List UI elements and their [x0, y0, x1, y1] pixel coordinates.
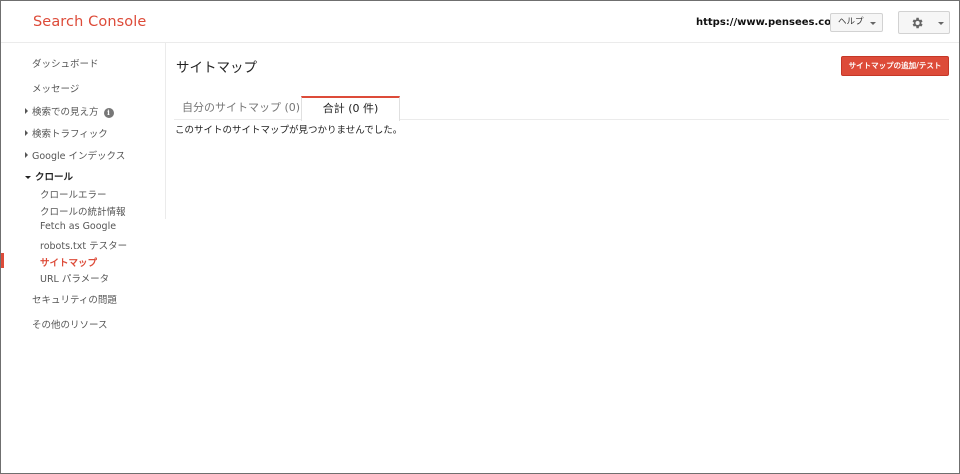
- sidebar-subitem-crawl-stats[interactable]: クロールの統計情報: [40, 204, 126, 218]
- chevron-down-icon: [870, 22, 876, 25]
- top-header: Search Console https://www.pensees.co.jp…: [1, 1, 959, 43]
- expand-arrow-icon: [25, 130, 28, 136]
- sidebar-item-google-index[interactable]: Google インデックス: [25, 148, 125, 162]
- settings-dropdown-button[interactable]: [898, 11, 950, 34]
- sidebar-item-crawl[interactable]: クロール: [25, 169, 73, 183]
- help-button-label: ヘルプ: [838, 17, 864, 27]
- sidebar-item-label: 検索での見え方: [32, 107, 99, 118]
- info-icon[interactable]: i: [103, 108, 114, 118]
- sidebar-item-other-resources[interactable]: その他のリソース: [32, 317, 108, 331]
- tab-my-sitemaps[interactable]: 自分のサイトマップ (0): [182, 96, 300, 120]
- site-url-label[interactable]: https://www.pensees.co.jp/: [696, 17, 849, 28]
- gear-icon: [912, 17, 923, 29]
- sidebar-subitem-fetch-as-google[interactable]: Fetch as Google: [40, 221, 116, 232]
- tab-all-sitemaps[interactable]: 合計 (0 件): [301, 96, 400, 121]
- sidebar-item-label: 検索トラフィック: [32, 129, 108, 140]
- sidebar-item-search-traffic[interactable]: 検索トラフィック: [25, 126, 108, 140]
- page-title: サイトマップ: [176, 60, 257, 76]
- active-nav-indicator: [1, 253, 4, 268]
- expand-arrow-icon: [25, 152, 28, 158]
- sidebar-subitem-robots-tester[interactable]: robots.txt テスター: [40, 238, 127, 252]
- collapse-arrow-icon: [25, 176, 31, 179]
- sidebar-subitem-url-parameters[interactable]: URL パラメータ: [40, 271, 109, 285]
- sidebar-subitem-sitemaps[interactable]: サイトマップ: [40, 255, 97, 269]
- sidebar-item-search-appearance[interactable]: 検索での見え方 i: [25, 104, 114, 118]
- add-test-sitemap-button[interactable]: サイトマップの追加/テスト: [841, 56, 949, 76]
- sidebar-subitem-crawl-errors[interactable]: クロールエラー: [40, 187, 107, 201]
- sidebar-item-label: クロール: [35, 172, 74, 183]
- chevron-down-icon: [938, 22, 944, 25]
- search-console-logo[interactable]: Search Console: [33, 14, 146, 30]
- sidebar-item-dashboard[interactable]: ダッシュボード: [32, 56, 99, 70]
- sidebar-item-security-issues[interactable]: セキュリティの問題: [32, 292, 117, 306]
- sidebar-item-messages[interactable]: メッセージ: [32, 81, 79, 95]
- expand-arrow-icon: [25, 108, 28, 114]
- empty-state-message: このサイトのサイトマップが見つかりませんでした。: [175, 125, 403, 136]
- sidebar-item-label: Google インデックス: [32, 151, 126, 162]
- help-dropdown-button[interactable]: ヘルプ: [830, 13, 883, 32]
